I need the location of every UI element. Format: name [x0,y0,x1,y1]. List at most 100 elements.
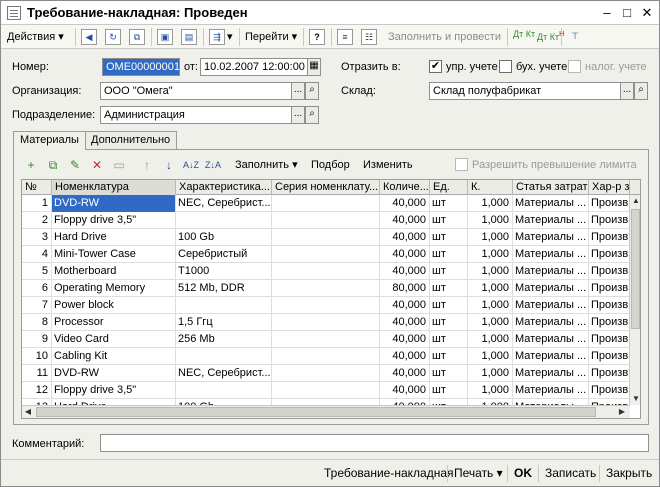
cell-col-characteristic[interactable]: NEC, Серебрист... [176,365,272,382]
cell-col-characteristic[interactable]: 256 Mb [176,331,272,348]
vertical-scroll-thumb[interactable] [631,209,640,329]
cell-col-quantity[interactable]: 40,000 [380,348,430,365]
based-on-icon[interactable]: ⇶ [209,29,225,45]
table-row[interactable]: 7 Power block 40,000 шт 1,000 Материалы ... Пр… [22,297,630,314]
cell-col-cost-nature[interactable]: Произв [589,365,630,382]
cell-col-number[interactable]: 9 [22,331,52,348]
cell-col-cost-nature[interactable]: Произв [589,263,630,280]
cell-col-series[interactable] [272,365,380,382]
cell-col-cost-item[interactable]: Материалы ... [513,229,589,246]
cell-col-quantity[interactable]: 40,000 [380,246,430,263]
cell-col-nomenclature[interactable]: DVD-RW [52,365,176,382]
cell-col-cost-nature[interactable]: Произв [589,382,630,399]
department-field[interactable]: Администрация [100,106,292,124]
cell-col-characteristic[interactable]: 512 Mb, DDR [176,280,272,297]
cell-col-series[interactable] [272,229,380,246]
column-header-col-unit[interactable]: Ед. [430,180,468,195]
cell-col-series[interactable] [272,246,380,263]
cell-col-characteristic[interactable] [176,382,272,399]
tax-accounting-checkbox[interactable] [568,60,581,73]
print-menu[interactable]: Печать ▾ [454,465,503,482]
delete-row-icon[interactable]: ✕ [89,157,105,173]
cell-col-unit[interactable]: шт [430,297,468,314]
table-row[interactable]: 4 Mini-Tower Case Серебристый 40,000 шт 1,000… [22,246,630,263]
cell-col-characteristic[interactable] [176,348,272,365]
cell-col-cost-item[interactable]: Материалы ... [513,348,589,365]
add-row-icon[interactable]: + [23,157,39,173]
tab-materials[interactable]: Материалы [13,131,86,150]
cell-col-nomenclature[interactable]: Hard Drive [52,229,176,246]
cell-col-characteristic[interactable] [176,212,272,229]
filter-icon[interactable]: ⊤ [567,29,583,45]
cell-col-cost-nature[interactable]: Произв [589,246,630,263]
cell-col-characteristic[interactable]: Серебристый [176,246,272,263]
fill-menu[interactable]: Заполнить ▾ [235,157,298,173]
move-down-icon[interactable]: ↓ [161,157,177,173]
selection-button[interactable]: Подбор [311,157,350,173]
cell-col-series[interactable] [272,212,380,229]
cell-col-coefficient[interactable]: 1,000 [468,314,513,331]
cell-col-nomenclature[interactable]: Operating Memory [52,280,176,297]
cell-col-coefficient[interactable]: 1,000 [468,229,513,246]
maximize-button[interactable]: □ [619,5,635,21]
move-up-icon[interactable]: ↑ [139,157,155,173]
copy-row-icon[interactable]: ⧉ [45,157,61,173]
cell-col-number[interactable]: 8 [22,314,52,331]
column-header-col-cost-item[interactable]: Статья затрат [513,180,589,195]
cell-col-series[interactable] [272,382,380,399]
cell-col-number[interactable]: 5 [22,263,52,280]
cell-col-series[interactable] [272,331,380,348]
cell-col-series[interactable] [272,348,380,365]
goto-menu[interactable]: Перейти ▾ [245,28,297,46]
cell-col-coefficient[interactable]: 1,000 [468,212,513,229]
dt-kt-button[interactable]: Дт Кт [513,30,535,48]
horizontal-scroll-thumb[interactable] [36,407,596,417]
organization-select-button[interactable]: ... [291,82,305,100]
cell-col-series[interactable] [272,263,380,280]
table-row[interactable]: 8 Processor 1,5 Ггц 40,000 шт 1,000 Материалы … [22,314,630,331]
cell-col-number[interactable]: 6 [22,280,52,297]
edit-row-icon[interactable]: ✎ [67,157,83,173]
cell-col-nomenclature[interactable]: DVD-RW [52,195,176,212]
vertical-scrollbar[interactable]: ▲ ▼ [629,195,640,405]
cell-col-unit[interactable]: шт [430,280,468,297]
table-row[interactable]: 1 DVD-RW NEC, Серебрист... 40,000 шт 1,000 Мат… [22,195,630,212]
copy-icon[interactable]: ⧉ [129,29,145,45]
cell-col-unit[interactable]: шт [430,212,468,229]
scroll-up-icon[interactable]: ▲ [630,195,640,207]
cell-col-cost-item[interactable]: Материалы ... [513,365,589,382]
end-edit-icon[interactable]: ▭ [111,157,127,173]
cell-col-characteristic[interactable]: 100 Gb [176,229,272,246]
cell-col-number[interactable]: 11 [22,365,52,382]
cell-col-number[interactable]: 1 [22,195,52,212]
cell-col-nomenclature[interactable]: Motherboard [52,263,176,280]
change-button[interactable]: Изменить [363,157,413,173]
cell-col-cost-item[interactable]: Материалы ... [513,263,589,280]
mgmt-accounting-checkbox[interactable]: ✔ [429,60,442,73]
structure-icon[interactable]: ≡ [337,29,353,45]
cell-col-characteristic[interactable]: NEC, Серебрист... [176,195,272,212]
department-select-button[interactable]: ... [291,106,305,124]
cell-col-cost-item[interactable]: Материалы ... [513,382,589,399]
cell-col-quantity[interactable]: 40,000 [380,331,430,348]
cell-col-unit[interactable]: шт [430,382,468,399]
cell-col-quantity[interactable]: 40,000 [380,212,430,229]
scroll-left-icon[interactable]: ◀ [22,406,34,418]
cell-col-quantity[interactable]: 40,000 [380,195,430,212]
cell-col-nomenclature[interactable]: Cabling Kit [52,348,176,365]
cell-col-cost-item[interactable]: Материалы ... [513,331,589,348]
accounting-checkbox[interactable] [499,60,512,73]
cell-col-coefficient[interactable]: 1,000 [468,365,513,382]
cell-col-nomenclature[interactable]: Processor [52,314,176,331]
calendar-icon[interactable]: ▦ [307,58,321,76]
cell-col-series[interactable] [272,297,380,314]
cell-col-quantity[interactable]: 40,000 [380,382,430,399]
cell-col-cost-nature[interactable]: Произв [589,331,630,348]
number-field[interactable]: ОМЕ00000001 [102,58,180,76]
cell-col-number[interactable]: 4 [22,246,52,263]
cell-col-cost-nature[interactable]: Произв [589,280,630,297]
cell-col-unit[interactable]: шт [430,314,468,331]
invoice-print-button[interactable]: Требование-накладная [324,465,454,482]
warehouse-search-icon[interactable]: ⌕ [634,82,648,100]
column-header-col-quantity[interactable]: Количе... [380,180,430,195]
